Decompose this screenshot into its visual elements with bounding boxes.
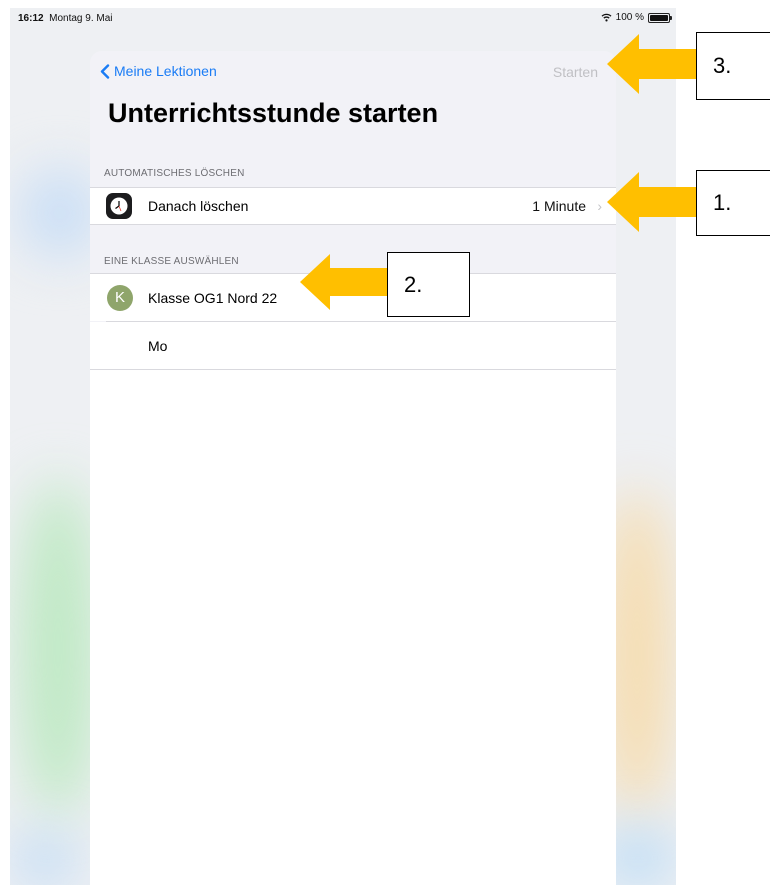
- wifi-icon: [601, 13, 612, 22]
- battery-percent: 100 %: [615, 12, 644, 23]
- status-indicators: 100 %: [601, 12, 672, 23]
- start-button[interactable]: Starten: [553, 64, 598, 80]
- delete-after-row[interactable]: Danach löschen 1 Minute ›: [90, 188, 616, 224]
- class-label: Klasse OG1 Nord 22: [148, 289, 278, 306]
- battery-fill: [650, 14, 668, 21]
- step-1-callout: 1.: [696, 170, 770, 236]
- class-label: Mo: [148, 337, 168, 354]
- battery-icon: [648, 12, 672, 23]
- back-button-label: Meine Lektionen: [114, 63, 217, 79]
- step-3-callout: 3.: [696, 32, 770, 100]
- chevron-left-icon: [100, 63, 110, 79]
- delete-after-label: Danach löschen: [148, 198, 249, 214]
- status-clock: 16:12: [18, 13, 44, 24]
- arrow-left-icon: [300, 254, 388, 310]
- clock-icon: [106, 193, 132, 219]
- step-2-callout: 2.: [387, 252, 470, 317]
- start-lesson-sheet: Meine Lektionen Starten Unterrichtsstund…: [90, 51, 616, 885]
- background-blur-green: [18, 478, 98, 818]
- auto-delete-section-header: AUTOMATISCHES LÖSCHEN: [104, 168, 245, 179]
- status-bar: 16:12 Montag 9. Mai 100 %: [10, 8, 676, 30]
- status-date: Montag 9. Mai: [49, 13, 113, 24]
- background-blur-blue: [20, 168, 100, 258]
- delete-after-value: 1 Minute: [532, 198, 586, 214]
- arrow-left-icon: [607, 172, 697, 232]
- chevron-right-icon: ›: [597, 198, 602, 214]
- page-title: Unterrichtsstunde starten: [108, 98, 439, 128]
- arrow-left-icon: [607, 34, 697, 94]
- sheet-content-empty-area: [90, 370, 616, 885]
- class-list-item[interactable]: Mo: [90, 322, 616, 369]
- navigation-bar: Meine Lektionen Starten: [90, 51, 616, 95]
- divider: [90, 224, 616, 225]
- back-button[interactable]: Meine Lektionen: [100, 63, 217, 79]
- background-blur-blue-bottom-left: [10, 833, 80, 885]
- class-section-header: EINE KLASSE AUSWÄHLEN: [104, 256, 239, 267]
- status-time: 16:12 Montag 9. Mai: [18, 13, 113, 24]
- ipad-screen: 16:12 Montag 9. Mai 100 % Meine Lektione…: [10, 8, 676, 885]
- class-avatar: K: [107, 284, 133, 311]
